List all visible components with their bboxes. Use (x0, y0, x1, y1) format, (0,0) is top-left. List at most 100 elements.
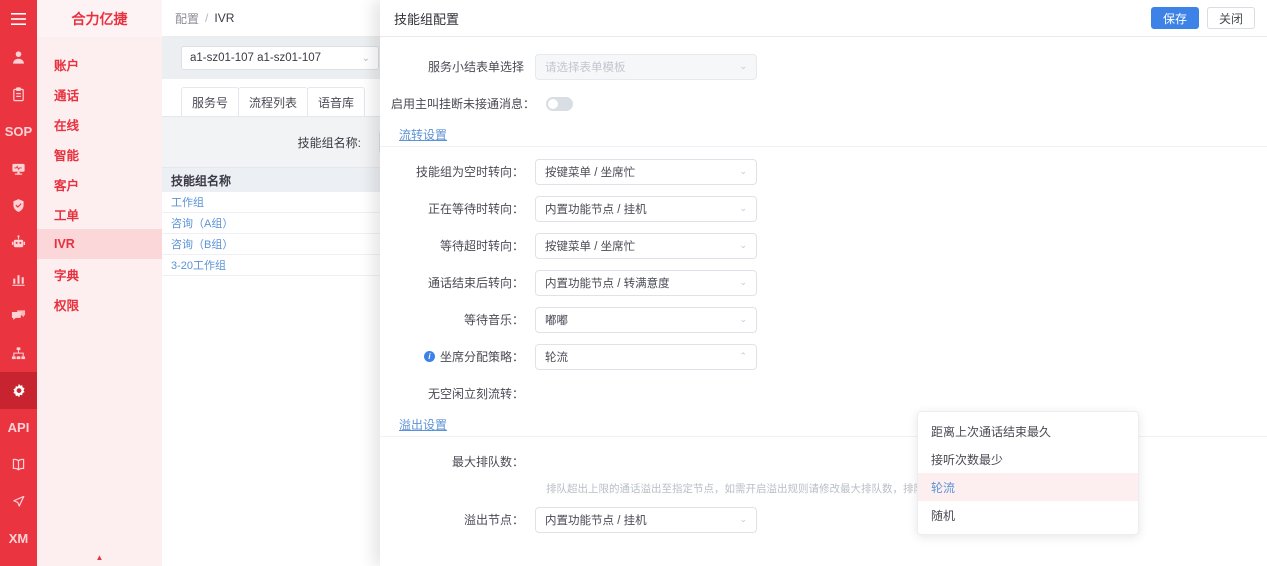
overflow-hint-text: 排队超出上限的通话溢出至指定节点，如需开启溢出规则请修改最大排队数，排队数配置为… (546, 483, 1025, 495)
sidebar-item-ticket[interactable]: 工单 (37, 199, 162, 229)
book-icon[interactable] (0, 446, 37, 483)
no-idle-immediate-redirect-label: 无空闲立刻流转： (427, 387, 524, 401)
dropdown-option-fewest-answered[interactable]: 接听次数最少 (918, 445, 1138, 473)
info-icon[interactable]: i (423, 351, 435, 362)
org-tree-icon[interactable] (0, 335, 37, 372)
dropdown-option-label: 距离上次通话结束最久 (931, 424, 1052, 439)
table-cell-name[interactable]: 咨询（A组） (171, 215, 233, 231)
after-call-redirect-label: 通话结束后转向： (427, 276, 524, 290)
sop-icon[interactable]: SOP (0, 113, 37, 150)
modal-header: 技能组配置 保存 关闭 (380, 0, 1267, 37)
chevron-down-icon: ⌄ (739, 240, 747, 250)
chevron-down-icon: ⌄ (739, 203, 747, 213)
chat-icon[interactable] (0, 298, 37, 335)
monitor-icon[interactable] (0, 150, 37, 187)
tab-label: 流程列表 (249, 95, 298, 110)
chevron-down-icon: ⌄ (739, 314, 747, 324)
app-root: SOP API XM 合力亿捷 账户 通话 在线 智能 客户 工单 IVR 字典… (0, 0, 1267, 566)
toggle-knob (548, 98, 558, 109)
user-icon[interactable] (0, 39, 37, 76)
save-button[interactable]: 保存 (1150, 7, 1199, 29)
table-cell-name[interactable]: 咨询（B组） (171, 236, 233, 252)
chevron-down-icon: ⌄ (739, 514, 747, 524)
dropdown-option-longest-since-last-call[interactable]: 距离上次通话结束最久 (918, 417, 1138, 445)
api-icon[interactable]: API (0, 409, 37, 446)
empty-group-redirect-label: 技能组为空时转向： (415, 165, 524, 179)
table-cell-name[interactable]: 工作组 (171, 194, 204, 210)
sidebar-item-intelligent[interactable]: 智能 (37, 139, 162, 169)
field-no-idle-immediate-redirect: 无空闲立刻流转： (380, 375, 1267, 412)
chevron-down-icon: ⌄ (739, 166, 747, 176)
shield-icon[interactable] (0, 187, 37, 224)
field-wait-music: 等待音乐： 嘟嘟 ⌄ (380, 301, 1267, 338)
megaphone-icon[interactable] (0, 483, 37, 520)
sidebar-item-online[interactable]: 在线 (37, 109, 162, 139)
empty-group-redirect-select[interactable]: 按键菜单 / 坐席忙 ⌄ (535, 158, 757, 185)
account-select-value: a1-sz01-107 a1-sz01-107 (190, 52, 322, 64)
sop-icon-label: SOP (4, 124, 33, 139)
dropdown-option-label: 轮流 (931, 480, 956, 495)
sidebar-item-customer[interactable]: 客户 (37, 169, 162, 199)
waiting-redirect-label: 正在等待时转向： (427, 202, 524, 216)
caller-hangup-msg-toggle[interactable] (546, 96, 573, 111)
sidebar-item-account[interactable]: 账户 (37, 49, 162, 79)
wait-timeout-redirect-label: 等待超时转向： (439, 239, 524, 253)
gear-icon[interactable] (0, 372, 37, 409)
sidebar-nav-list: 账户 通话 在线 智能 客户 工单 IVR 字典 权限 (37, 37, 162, 319)
tab-flow-list[interactable]: 流程列表 (238, 87, 309, 116)
summary-form-label: 服务小结表单选择 (427, 60, 524, 74)
summary-form-placeholder: 请选择表单模板 (545, 61, 626, 74)
sidebar-item-ivr[interactable]: IVR (37, 229, 162, 259)
wait-music-select[interactable]: 嘟嘟 ⌄ (535, 306, 757, 333)
waiting-redirect-select[interactable]: 内置功能节点 / 挂机 ⌄ (535, 195, 757, 222)
sidebar-item-label: 通话 (54, 88, 80, 103)
xm-icon-label: XM (8, 531, 29, 546)
api-icon-label: API (7, 420, 30, 435)
field-after-call-redirect: 通话结束后转向： 内置功能节点 / 转满意度 ⌄ (380, 264, 1267, 301)
flow-section-title[interactable]: 流转设置 (399, 126, 447, 143)
agent-allocation-strategy-value: 轮流 (545, 351, 568, 364)
close-button[interactable]: 关闭 (1206, 7, 1255, 29)
robot-icon[interactable] (0, 224, 37, 261)
overflow-node-label: 溢出节点： (463, 513, 524, 527)
hamburger-menu-icon[interactable] (0, 0, 37, 37)
breadcrumb-separator: / (205, 11, 209, 25)
summary-form-select[interactable]: 请选择表单模板 ⌄ (535, 53, 757, 80)
clipboard-icon[interactable] (0, 76, 37, 113)
tab-voice-library[interactable]: 语音库 (307, 87, 366, 116)
sidebar-item-label: 客户 (54, 178, 80, 193)
sidebar-item-permission[interactable]: 权限 (37, 289, 162, 319)
dropdown-option-label: 接听次数最少 (931, 452, 1004, 467)
overflow-section-title[interactable]: 溢出设置 (399, 416, 447, 433)
field-caller-hangup-msg: 启用主叫挂断未接通消息： (380, 85, 1267, 122)
empty-group-redirect-value: 按键菜单 / 坐席忙 (545, 166, 636, 179)
sidebar-item-label: 工单 (54, 208, 80, 223)
sidebar-nav: 合力亿捷 账户 通话 在线 智能 客户 工单 IVR 字典 权限 ▲ (37, 0, 162, 566)
sidebar-item-dictionary[interactable]: 字典 (37, 259, 162, 289)
field-wait-timeout-redirect: 等待超时转向： 按键菜单 / 坐席忙 ⌄ (380, 227, 1267, 264)
tab-service-number[interactable]: 服务号 (181, 87, 240, 116)
table-cell-name[interactable]: 3-20工作组 (171, 257, 226, 273)
sidebar-item-label: 智能 (54, 148, 80, 163)
field-waiting-redirect: 正在等待时转向： 内置功能节点 / 挂机 ⌄ (380, 190, 1267, 227)
agent-allocation-strategy-select[interactable]: 轮流 ⌃ (535, 343, 757, 370)
waiting-redirect-value: 内置功能节点 / 挂机 (545, 203, 647, 216)
flow-section-header: 流转设置 (380, 122, 1267, 147)
dropdown-option-random[interactable]: 随机 (918, 501, 1138, 529)
field-summary-form: 服务小结表单选择 请选择表单模板 ⌄ (380, 48, 1267, 85)
xm-icon[interactable]: XM (0, 520, 37, 557)
tab-label: 服务号 (192, 95, 229, 110)
after-call-redirect-value: 内置功能节点 / 转满意度 (545, 277, 670, 290)
wait-timeout-redirect-select[interactable]: 按键菜单 / 坐席忙 ⌄ (535, 232, 757, 259)
chevron-up-icon: ⌃ (739, 351, 747, 361)
collapse-nav-button[interactable]: ▲ (37, 553, 162, 562)
wait-timeout-redirect-value: 按键菜单 / 坐席忙 (545, 240, 636, 253)
breadcrumb-root[interactable]: 配置 (175, 10, 199, 27)
overflow-node-select[interactable]: 内置功能节点 / 挂机 ⌄ (535, 506, 757, 533)
account-select[interactable]: a1-sz01-107 a1-sz01-107 ⌄ (181, 46, 379, 70)
chart-icon[interactable] (0, 261, 37, 298)
after-call-redirect-select[interactable]: 内置功能节点 / 转满意度 ⌄ (535, 269, 757, 296)
field-agent-allocation-strategy: i 坐席分配策略： 轮流 ⌃ (380, 338, 1267, 375)
sidebar-item-call[interactable]: 通话 (37, 79, 162, 109)
dropdown-option-round-robin[interactable]: 轮流 (918, 473, 1138, 501)
